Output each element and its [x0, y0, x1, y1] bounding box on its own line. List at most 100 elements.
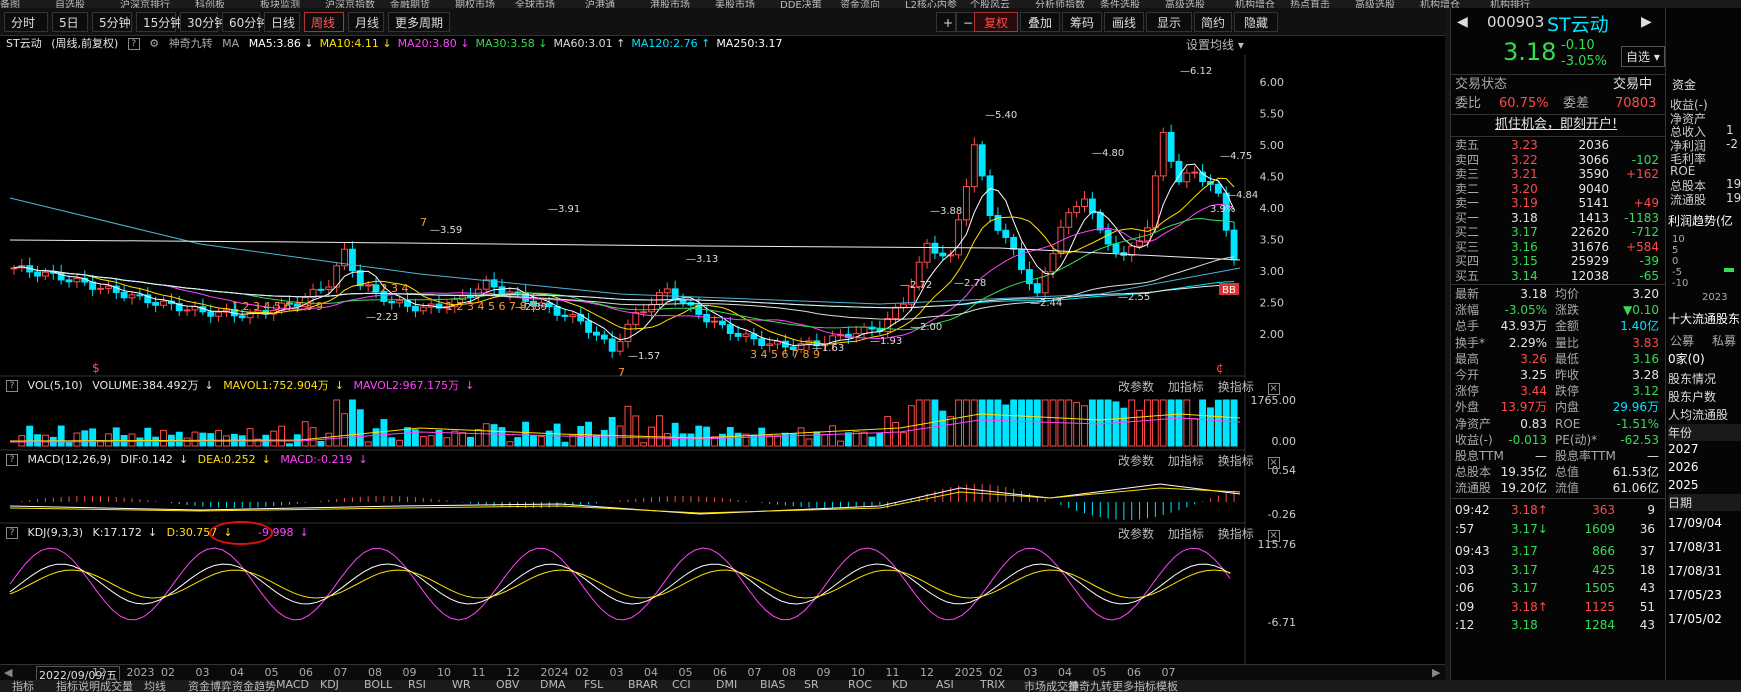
indicator-tab[interactable]: CCI: [672, 680, 691, 691]
vol-y-bottom: 0.00: [1272, 435, 1297, 448]
menu-item[interactable]: L2核心内参: [905, 0, 957, 8]
toolbar-button[interactable]: −: [956, 12, 976, 32]
period-tab[interactable]: 周线: [304, 12, 344, 32]
promo-link[interactable]: 抓住机会，即刻开户!: [1455, 116, 1661, 134]
holder-item[interactable]: 人均流通股: [1668, 406, 1728, 423]
period-tab[interactable]: 更多周期: [388, 12, 450, 32]
toolbar-button[interactable]: +: [936, 12, 956, 32]
menu-item[interactable]: 港股市场: [650, 0, 690, 8]
period-tab[interactable]: 月线: [348, 12, 384, 32]
year-item: 2026: [1668, 460, 1699, 474]
menu-item[interactable]: 机构排行: [1490, 0, 1530, 8]
menu-item[interactable]: 科创板: [195, 0, 225, 8]
toolbar-button[interactable]: 复权: [974, 12, 1018, 32]
toolbar-button[interactable]: 简约: [1194, 12, 1232, 32]
toolbar-button[interactable]: 隐藏: [1234, 12, 1278, 32]
holder-item[interactable]: 股东户数: [1668, 388, 1716, 405]
scroll-right-icon[interactable]: ▶: [1432, 666, 1440, 679]
prev-stock-icon[interactable]: ◀: [1457, 14, 1468, 30]
indicator-tab[interactable]: 指标说明: [56, 680, 100, 692]
menu-item[interactable]: 美股市场: [715, 0, 755, 8]
finance-tab[interactable]: 资金: [1672, 76, 1696, 93]
menu-item[interactable]: 条件选股: [1100, 0, 1140, 8]
indicator-tab[interactable]: BOLL: [364, 680, 392, 691]
close-icon[interactable]: ×: [1267, 530, 1280, 542]
indicator-tab[interactable]: FSL: [584, 680, 603, 691]
toolbar-button[interactable]: 显示: [1146, 12, 1192, 32]
help-icon[interactable]: ?: [6, 454, 18, 466]
indicator-tab[interactable]: 资金趋势: [232, 680, 276, 692]
indicator-tab[interactable]: 更多指标: [1112, 680, 1156, 692]
menu-item[interactable]: 期权市场: [455, 0, 495, 8]
indicator-tab[interactable]: TRIX: [980, 680, 1005, 691]
add-watchlist-button[interactable]: 自选 ▾: [1621, 46, 1665, 67]
menu-item[interactable]: 沪深京指数: [325, 0, 375, 8]
toolbar-button[interactable]: 画线: [1104, 12, 1144, 32]
period-tab[interactable]: 5日: [52, 12, 88, 32]
indicator-tab[interactable]: KDJ: [320, 680, 339, 691]
vol-switch-button[interactable]: 换指标: [1218, 380, 1254, 394]
indicator-tab[interactable]: 神奇九转: [1068, 680, 1112, 692]
macd-switch-button[interactable]: 换指标: [1218, 454, 1254, 468]
indicator-tab[interactable]: WR: [452, 680, 471, 691]
indicator-tab[interactable]: 均线: [144, 680, 166, 692]
vol-add-button[interactable]: 加指标: [1168, 380, 1204, 394]
menu-item[interactable]: 金融期货: [390, 0, 430, 8]
menu-item[interactable]: 热点直击: [1290, 0, 1330, 8]
indicator-tab[interactable]: SR: [804, 680, 819, 691]
kdj-param-button[interactable]: 改参数: [1118, 527, 1154, 541]
vol-param-button[interactable]: 改参数: [1118, 380, 1154, 394]
indicator-tab[interactable]: ASI: [936, 680, 954, 691]
menu-item[interactable]: 板块监测: [260, 0, 300, 8]
menu-item[interactable]: DDE决策: [780, 0, 822, 8]
kdj-switch-button[interactable]: 换指标: [1218, 527, 1254, 541]
trend-tick-label: -10: [1672, 278, 1689, 289]
macd-add-button[interactable]: 加指标: [1168, 454, 1204, 468]
date-tick: 05: [678, 666, 693, 679]
menu-item[interactable]: 备图: [0, 0, 20, 8]
indicator-tab[interactable]: 指标: [12, 680, 34, 692]
indicator-tab[interactable]: BIAS: [760, 680, 785, 691]
menu-item[interactable]: 机构增仓: [1420, 0, 1460, 8]
period-tab[interactable]: 日线: [264, 12, 300, 32]
menu-item[interactable]: 资金流向: [840, 0, 880, 8]
candle-body: [884, 318, 892, 332]
kdj-add-button[interactable]: 加指标: [1168, 527, 1204, 541]
indicator-tab[interactable]: 资金博弈: [188, 680, 232, 692]
period-tab[interactable]: 分时: [4, 12, 48, 32]
menu-item[interactable]: 沪港通: [585, 0, 615, 8]
close-icon[interactable]: ×: [1267, 383, 1280, 395]
help-icon[interactable]: ?: [6, 380, 18, 392]
menu-item[interactable]: 个股风云: [970, 0, 1010, 8]
indicator-tab[interactable]: 成交量: [100, 680, 133, 692]
indicator-tab[interactable]: KD: [892, 680, 908, 691]
indicator-tab[interactable]: RSI: [408, 680, 426, 691]
holder-item[interactable]: 股东情况: [1668, 370, 1716, 387]
period-tab[interactable]: 5分钟: [92, 12, 132, 32]
period-tab[interactable]: 60分钟: [222, 12, 268, 32]
menu-item[interactable]: 机构增仓: [1235, 0, 1275, 8]
period-tab[interactable]: 30分钟: [180, 12, 226, 32]
indicator-tab[interactable]: ROC: [848, 680, 872, 691]
indicator-tab[interactable]: BRAR: [628, 680, 658, 691]
indicator-tab[interactable]: OBV: [496, 680, 519, 691]
menu-item[interactable]: 沪深京排行: [120, 0, 170, 8]
menu-item[interactable]: 自选股: [55, 0, 85, 8]
date-tick: 02: [575, 666, 589, 679]
indicator-tab[interactable]: 模板: [1156, 680, 1178, 692]
toolbar-button[interactable]: 叠加: [1020, 12, 1060, 32]
menu-item[interactable]: 分析师指数: [1035, 0, 1085, 8]
help-icon[interactable]: ?: [6, 527, 18, 539]
indicator-tab[interactable]: MACD: [276, 680, 309, 691]
scroll-left-icon[interactable]: ◀: [4, 666, 12, 679]
close-icon[interactable]: ×: [1267, 457, 1280, 469]
next-stock-icon[interactable]: ▶: [1641, 14, 1652, 30]
menu-item[interactable]: 高级选股: [1355, 0, 1395, 8]
toolbar-button[interactable]: 筹码: [1062, 12, 1102, 32]
menu-item[interactable]: 全球市场: [515, 0, 555, 8]
macd-param-button[interactable]: 改参数: [1118, 454, 1154, 468]
indicator-tab[interactable]: DMI: [716, 680, 737, 691]
menu-item[interactable]: 高级选股: [1165, 0, 1205, 8]
period-tab[interactable]: 15分钟: [136, 12, 182, 32]
indicator-tab[interactable]: DMA: [540, 680, 566, 691]
